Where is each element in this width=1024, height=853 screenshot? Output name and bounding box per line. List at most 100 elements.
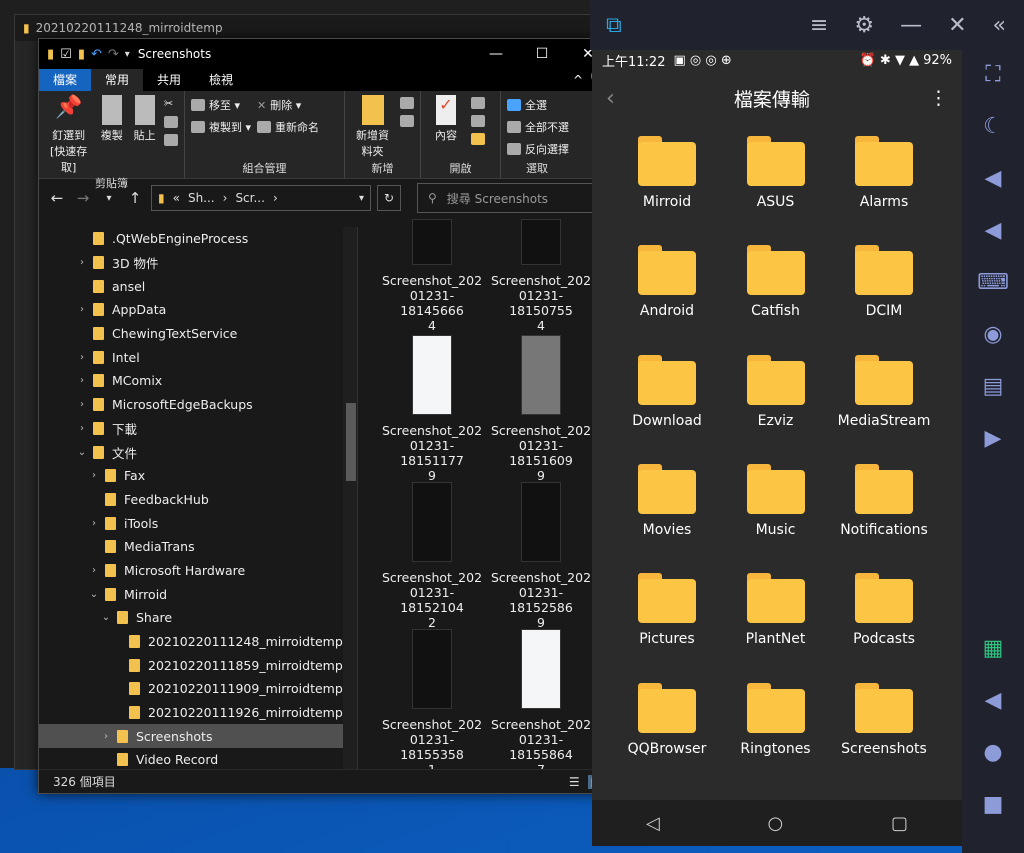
chevron-right-icon[interactable]: › [87,518,101,529]
chevron-right-icon[interactable]: › [75,304,89,315]
details-view-icon[interactable]: ☰ [569,775,580,789]
title-bar[interactable]: ▮ ☑ ▮ ↶ ↷ ▾ Screenshots — ☐ ✕ [39,39,611,69]
chevron-right-icon[interactable]: › [75,352,89,363]
tree-item[interactable]: ⌄ 文件 [39,440,357,464]
chevron-right-icon[interactable]: › [87,565,101,576]
folder-item[interactable]: Screenshots [829,682,939,757]
tree-item[interactable]: › Microsoft Hardware [39,559,357,583]
chevron-right-icon[interactable]: › [87,470,101,481]
tree-item[interactable]: › MicrosoftEdgeBackups [39,393,357,417]
file-list[interactable]: Screenshot_202 01231-18145666 4 Screenshot_… [357,219,611,777]
copy-to-button[interactable]: 複製到 ▾ [191,119,251,135]
phone-screen[interactable]: 上午11:22 ▣ ◎ ◎ ⊕ ⏰ ✱ ▼ ▲ 92% ‹ 檔案傳輸 ⋮ Mir… [592,50,962,846]
file-tile[interactable]: Screenshot_202 01231-18151609 9 [489,335,593,483]
more-options-icon[interactable]: ⋮ [929,87,948,109]
file-tile[interactable]: Screenshot_202 01231-18145666 4 [380,219,484,333]
address-bar[interactable]: ▮ « Sh... › Scr... › ▾ [151,185,371,211]
folder-item[interactable]: Android [612,245,722,319]
pin-quick-access-button[interactable]: 📌 釘選到 [快速存取] [45,95,92,175]
easy-access-icon[interactable] [400,115,414,127]
copy-button[interactable]: 複製 [98,95,125,175]
volume-down-icon[interactable]: ◀ [977,218,1009,248]
maximize-button[interactable]: ☐ [519,39,565,69]
recent-locations-icon[interactable]: ▾ [99,193,119,204]
file-tile[interactable]: Screenshot_202 01231-18151177 9 [380,335,484,483]
tab-home[interactable]: 常用 [91,69,144,91]
chevron-down-icon[interactable]: ⌄ [99,612,113,623]
folder-item[interactable]: Mirroid [612,136,722,210]
open-icon[interactable] [471,97,485,109]
tree-item[interactable]: 20210220111909_mirroidtemp [39,677,357,701]
folder-item[interactable]: Podcasts [829,573,939,647]
fullscreen-icon[interactable]: ⛶ [977,62,1009,92]
file-tile[interactable]: Screenshot_202 01231-18152104 2 [380,482,484,630]
chevron-right-icon[interactable]: › [75,375,89,386]
back-icon[interactable]: ‹ [606,86,615,111]
tree-item[interactable]: 20210220111248_mirroidtemp [39,630,357,654]
refresh-button[interactable]: ↻ [377,185,401,211]
tree-item[interactable]: › 下載 [39,417,357,441]
volume-up-icon[interactable]: ◀ [977,166,1009,196]
back-arrow-icon[interactable]: ← [47,189,67,207]
folder-item[interactable]: Alarms [829,136,939,210]
address-overflow[interactable]: « [173,191,180,205]
select-all-button[interactable]: 全選 [507,97,569,113]
breadcrumb-screenshots[interactable]: Scr... [235,191,265,205]
tree-item[interactable]: › AppData [39,298,357,322]
folder-item[interactable]: Download [612,354,722,429]
new-folder-icon[interactable]: ▮ [78,47,85,62]
file-transfer-icon[interactable]: ▤ [977,374,1009,404]
history-icon[interactable] [471,133,485,145]
tree-item[interactable]: › 3D 物件 [39,251,357,275]
select-none-button[interactable]: 全部不選 [507,119,569,135]
tree-item[interactable]: Video Record [39,748,357,771]
customize-chevron-icon[interactable]: ▾ [125,49,130,60]
chevron-down-icon[interactable]: ⌄ [75,447,89,458]
rename-button[interactable]: 重新命名 [257,119,319,135]
back-triangle-icon[interactable]: ◀ [977,688,1009,718]
chevron-down-icon[interactable]: ⌄ [87,589,101,600]
copy-path-icon[interactable] [164,116,178,128]
tree-item[interactable]: ⌄ Mirroid [39,582,357,606]
tree-scrollbar-thumb[interactable] [346,403,356,481]
menu-icon[interactable]: ≡ [810,13,828,38]
tree-item[interactable]: › Intel [39,345,357,369]
new-item-icon[interactable] [400,97,414,109]
nav-recents-icon[interactable]: ▢ [891,813,908,834]
tree-item[interactable]: 20210220111859_mirroidtemp [39,653,357,677]
chevron-right-icon[interactable]: › [75,399,89,410]
file-explorer-window[interactable]: ▮ ☑ ▮ ↶ ↷ ▾ Screenshots — ☐ ✕ 檔案 常用 共用 檢… [38,38,612,794]
gallery-icon[interactable]: ▦ [977,636,1009,666]
tree-item[interactable]: › iTools [39,511,357,535]
cut-icon[interactable]: ✂ [164,97,178,110]
screenshot-icon[interactable]: ◉ [977,322,1009,352]
chevron-right-icon[interactable]: › [99,731,113,742]
tree-item[interactable]: FeedbackHub [39,488,357,512]
edit-icon[interactable] [471,115,485,127]
tree-item[interactable]: .QtWebEngineProcess [39,227,357,251]
delete-button[interactable]: ✕ 刪除 ▾ [257,97,319,113]
home-circle-icon[interactable]: ● [977,740,1009,770]
invert-selection-button[interactable]: 反向選擇 [507,141,569,157]
address-dropdown-icon[interactable]: ▾ [359,193,364,204]
settings-gear-icon[interactable]: ⚙ [854,13,874,38]
undo-icon[interactable]: ↶ [91,47,102,62]
folder-item[interactable]: Ringtones [721,682,831,757]
folder-item[interactable]: DCIM [829,245,939,319]
up-arrow-icon[interactable]: ↑ [125,189,145,207]
tree-item[interactable]: ChewingTextService [39,322,357,346]
collapse-sidebar-icon[interactable]: « [993,13,1006,38]
file-tile[interactable]: Screenshot_20201231-181558647 [489,629,593,777]
folder-item[interactable]: QQBrowser [612,682,722,757]
paste-button[interactable]: 貼上 [131,95,158,175]
tree-item[interactable]: › Fax [39,464,357,488]
redo-icon[interactable]: ↷ [108,47,119,62]
search-input[interactable]: ⚲ 搜尋 Screenshots [417,183,603,213]
collapse-ribbon-icon[interactable]: ^ [573,69,583,91]
file-tile[interactable]: Screenshot_20201231-181553581 [380,629,484,777]
tab-view[interactable]: 檢視 [195,69,247,91]
paste-shortcut-icon[interactable] [164,134,178,146]
folder-item[interactable]: Notifications [829,463,939,538]
nav-home-icon[interactable]: ○ [768,813,784,834]
breadcrumb-chevron-icon[interactable]: › [223,191,228,205]
